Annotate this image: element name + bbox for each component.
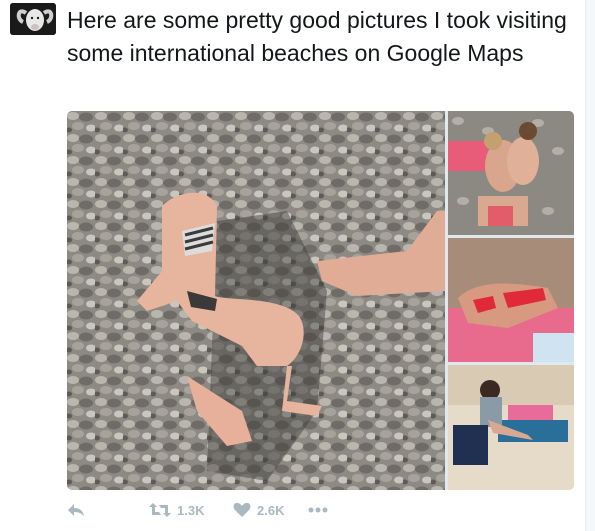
reply-button[interactable] (67, 498, 97, 522)
beach-photo-3[interactable] (448, 238, 574, 362)
like-count: 2.6K (257, 502, 285, 518)
beach-photo-2[interactable] (448, 111, 574, 235)
like-button[interactable]: 2.6K (233, 498, 303, 522)
more-icon (308, 507, 328, 513)
tweet-text: Here are some pretty good pictures I too… (67, 7, 567, 66)
retweet-button[interactable]: 1.3K (149, 498, 219, 522)
tweet-card: Here are some pretty good pictures I too… (0, 0, 586, 531)
media-grid (67, 111, 574, 490)
more-button[interactable] (308, 498, 338, 522)
reply-icon (67, 502, 85, 518)
beach-photo-4[interactable] (448, 365, 574, 490)
beach-photo-main[interactable] (67, 111, 445, 490)
retweet-icon (149, 502, 171, 518)
avatar[interactable] (10, 3, 56, 35)
ram-avatar-icon (10, 3, 56, 35)
heart-icon (233, 502, 251, 518)
retweet-count: 1.3K (177, 502, 205, 518)
